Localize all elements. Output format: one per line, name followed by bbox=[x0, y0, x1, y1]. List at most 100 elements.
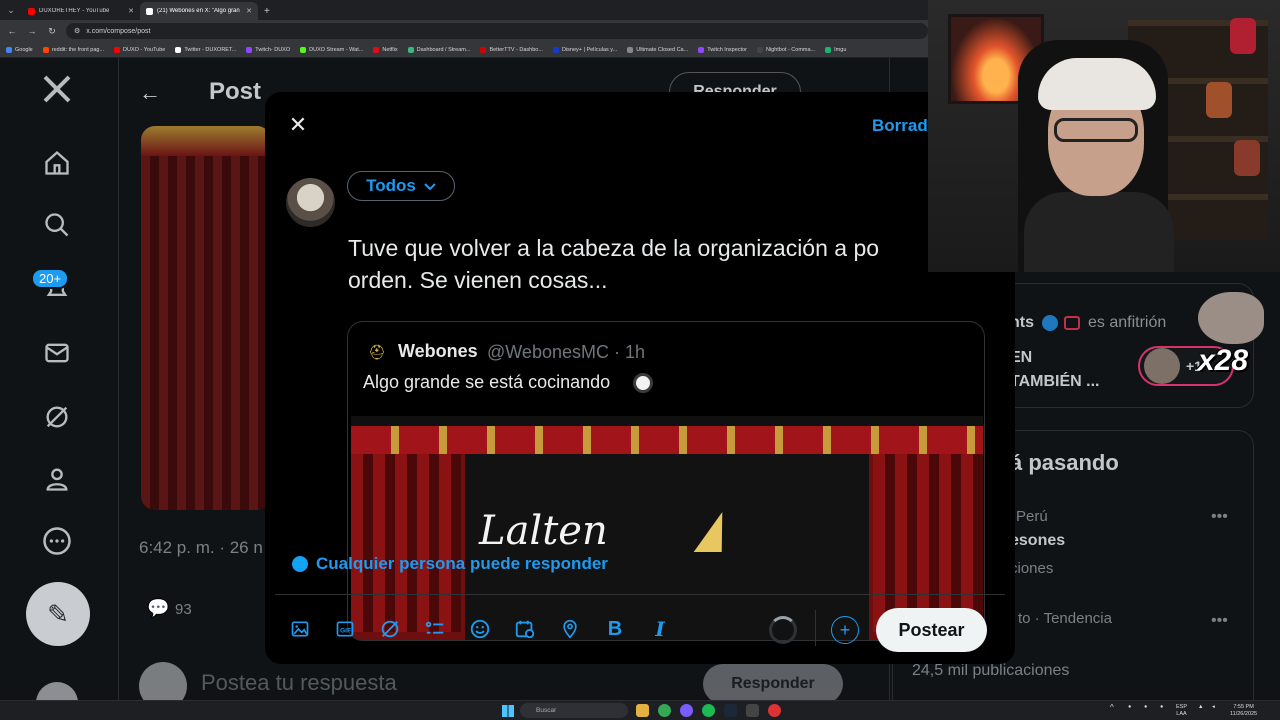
image-icon[interactable] bbox=[287, 616, 313, 642]
x-logo-icon[interactable] bbox=[38, 70, 76, 108]
grok-icon[interactable] bbox=[377, 616, 403, 642]
bookmark-item[interactable]: reddit: the front pag... bbox=[42, 46, 105, 53]
app-icon[interactable] bbox=[746, 704, 759, 717]
new-tab-button[interactable]: + bbox=[258, 2, 276, 20]
add-post-button[interactable]: + bbox=[831, 616, 859, 644]
language-indicator[interactable]: ESP LAA bbox=[1176, 704, 1187, 718]
network-icon[interactable]: ▲ bbox=[1198, 704, 1203, 711]
bookmark-favicon-icon bbox=[552, 46, 559, 53]
back-arrow-icon[interactable]: ← bbox=[139, 80, 161, 106]
tray-chevron-icon[interactable]: ^ bbox=[1110, 704, 1114, 712]
trend-sub: ciones bbox=[1010, 560, 1054, 577]
taskbar-search[interactable]: Buscar bbox=[520, 703, 628, 718]
chrome-icon[interactable] bbox=[658, 704, 671, 717]
tray-app-icon[interactable]: ● bbox=[1160, 704, 1163, 711]
bookmark-item[interactable]: Ultimate Closed Ca... bbox=[627, 46, 688, 53]
discord-icon[interactable] bbox=[680, 704, 693, 717]
post-button[interactable]: Postear bbox=[876, 608, 987, 652]
webcam-overlay bbox=[928, 0, 1280, 272]
bookmark-item[interactable]: Imgu bbox=[825, 46, 846, 53]
tab-title: (21) Webones en X: "Algo gran bbox=[157, 8, 240, 14]
reply-input[interactable]: Postea tu respuesta bbox=[201, 670, 397, 696]
bookmark-label: reddit: the front pag... bbox=[51, 46, 105, 53]
italic-icon[interactable]: I bbox=[647, 616, 673, 642]
messages-icon[interactable] bbox=[38, 334, 76, 372]
url-field[interactable]: ⚙ x.com/compose/post bbox=[66, 23, 928, 39]
emoji-icon[interactable] bbox=[467, 616, 493, 642]
reply-submit-button[interactable]: Responder bbox=[703, 664, 843, 700]
tray-app-icon[interactable]: ● bbox=[1144, 704, 1147, 711]
location-icon[interactable] bbox=[557, 616, 583, 642]
audience-selector[interactable]: Todos bbox=[347, 171, 455, 201]
bookmark-item[interactable]: Twitch- DUXO bbox=[246, 46, 290, 53]
more-options-icon[interactable]: ••• bbox=[1211, 612, 1228, 630]
bookmarks-bar: Google reddit: the front pag... DUXO - You… bbox=[0, 42, 928, 58]
windows-start-icon[interactable] bbox=[502, 705, 514, 717]
bookmark-favicon-icon bbox=[114, 46, 121, 53]
account-avatar[interactable] bbox=[36, 682, 78, 700]
reply-permission-button[interactable]: 🌐 Cualquier persona puede responder bbox=[292, 554, 608, 574]
bold-icon[interactable]: B bbox=[602, 616, 628, 642]
tab-search-icon[interactable]: ⌄ bbox=[0, 0, 22, 20]
bookmark-favicon-icon bbox=[698, 46, 705, 53]
poll-icon[interactable] bbox=[422, 616, 448, 642]
more-options-icon[interactable]: ••• bbox=[1211, 508, 1228, 526]
gamepad-icon bbox=[1064, 316, 1080, 330]
bookmark-item[interactable]: DUXO Stream - Wat... bbox=[300, 46, 364, 53]
bookmark-label: Twitter - DUXORET... bbox=[184, 46, 237, 53]
schedule-icon[interactable] bbox=[512, 616, 538, 642]
bookmark-item[interactable]: Netflix bbox=[373, 46, 398, 53]
compose-textarea[interactable]: Tuve que volver a la cabeza de la organi… bbox=[348, 232, 988, 296]
reply-icon[interactable]: 💬 bbox=[147, 598, 169, 619]
steam-icon[interactable] bbox=[724, 704, 737, 717]
volume-icon[interactable]: ◂ bbox=[1212, 704, 1215, 711]
bookmark-favicon-icon bbox=[300, 46, 307, 53]
search-icon[interactable] bbox=[38, 206, 76, 244]
bookmark-item[interactable]: Dashboard / Stream... bbox=[407, 46, 470, 53]
reload-icon[interactable]: ↻ bbox=[46, 26, 58, 37]
trend-name[interactable]: esones bbox=[1010, 532, 1065, 550]
bookmark-item[interactable]: Twitch Inspector bbox=[698, 46, 747, 53]
back-icon[interactable]: ← bbox=[6, 26, 18, 36]
feather-icon: ✎ bbox=[47, 598, 69, 629]
drafts-button[interactable]: Borrad bbox=[872, 116, 928, 136]
bookmark-label: DUXO - YouTube bbox=[123, 46, 166, 53]
trends-heading: á pasando bbox=[1010, 450, 1119, 475]
tab-x[interactable]: (21) Webones en X: "Algo gran ✕ bbox=[140, 2, 258, 20]
close-tab-icon[interactable]: ✕ bbox=[128, 7, 134, 15]
tray-app-icon[interactable]: ● bbox=[1128, 704, 1131, 711]
bookmark-item[interactable]: Nightbot - Comma... bbox=[756, 46, 815, 53]
profile-icon[interactable] bbox=[38, 460, 76, 498]
quoted-post[interactable]: ⛑ Webones @WebonesMC · 1h Algo grande se… bbox=[347, 321, 985, 641]
obs-icon[interactable] bbox=[768, 704, 781, 717]
sidebar-nav: 20+ ✎ bbox=[0, 58, 115, 700]
close-tab-icon[interactable]: ✕ bbox=[246, 7, 252, 15]
bookmark-item[interactable]: Disney+ | Películas y... bbox=[552, 46, 617, 53]
close-icon[interactable]: ✕ bbox=[285, 112, 311, 138]
lang-code: ESP bbox=[1176, 704, 1188, 710]
post-image[interactable] bbox=[141, 126, 271, 510]
spotify-icon[interactable] bbox=[702, 704, 715, 717]
rat-emote bbox=[1198, 292, 1264, 344]
clock[interactable]: 7:55 PM 11/26/2025 bbox=[1230, 704, 1257, 718]
space-title-line: EN bbox=[1010, 349, 1033, 366]
compose-post-button[interactable]: ✎ bbox=[26, 582, 90, 646]
bookmark-item[interactable]: Twitter - DUXORET... bbox=[175, 46, 237, 53]
tab-youtube[interactable]: DUXORETHEY - YouTube ✕ bbox=[22, 2, 140, 20]
page-title: Post bbox=[209, 78, 262, 105]
file-explorer-icon[interactable] bbox=[636, 704, 649, 717]
bookmark-item[interactable]: BetterTTV - Dashbo... bbox=[480, 46, 543, 53]
grok-icon[interactable] bbox=[38, 398, 76, 436]
bookmark-item[interactable]: Google bbox=[6, 46, 33, 53]
gif-icon[interactable]: GIF bbox=[332, 616, 358, 642]
bookmark-item[interactable]: DUXO - YouTube bbox=[114, 46, 166, 53]
quoted-media[interactable]: Lalten bbox=[351, 416, 983, 640]
home-icon[interactable] bbox=[38, 144, 76, 182]
more-icon[interactable] bbox=[38, 522, 76, 560]
space-title-line: TAMBIÉN ... bbox=[1010, 373, 1100, 390]
bookmark-label: DUXO Stream - Wat... bbox=[309, 46, 364, 53]
forward-icon[interactable]: → bbox=[26, 26, 38, 36]
bookmark-favicon-icon bbox=[627, 46, 634, 53]
site-info-icon[interactable]: ⚙ bbox=[74, 27, 80, 35]
tab-bar: ⌄ DUXORETHEY - YouTube ✕ (21) Webones en… bbox=[0, 0, 928, 20]
